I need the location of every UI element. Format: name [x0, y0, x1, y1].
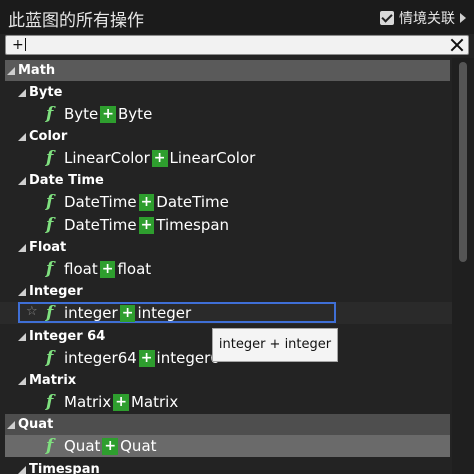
action-item-datetime-add-datetime[interactable]: f DateTime + DateTime	[0, 191, 452, 213]
category-label: Math	[18, 63, 56, 78]
action-label: integer + integer	[64, 304, 192, 322]
action-label: DateTime + Timespan	[64, 216, 230, 234]
function-icon: f	[46, 192, 54, 212]
action-item-integer-add[interactable]: ☆ f integer + integer	[0, 302, 452, 324]
checkbox-icon[interactable]	[380, 11, 394, 25]
function-icon: f	[46, 215, 54, 235]
category-matrix[interactable]: Matrix	[0, 370, 452, 391]
action-label: DateTime + DateTime	[64, 193, 229, 211]
category-label: Integer	[29, 284, 83, 299]
category-label: Integer 64	[29, 329, 106, 344]
category-color[interactable]: Color	[0, 126, 452, 147]
action-label: float + float	[64, 260, 152, 278]
search-input[interactable]: +	[12, 36, 26, 54]
chevron-right-icon[interactable]	[460, 13, 466, 23]
menu-header: 此蓝图的所有操作 情境关联	[0, 0, 474, 34]
tooltip: integer + integer	[212, 328, 338, 362]
category-byte[interactable]: Byte	[0, 82, 452, 103]
chevron-down-icon[interactable]	[18, 333, 26, 341]
star-icon[interactable]: ☆	[26, 304, 38, 319]
category-timespan[interactable]: Timespan	[0, 459, 452, 474]
action-item-linearcolor-add[interactable]: f LinearColor + LinearColor	[0, 147, 452, 169]
category-label: Matrix	[29, 373, 77, 388]
action-label: Byte + Byte	[64, 105, 153, 123]
search-field[interactable]: +	[5, 35, 469, 55]
menu-title: 此蓝图的所有操作	[8, 11, 144, 31]
blueprint-action-menu: 此蓝图的所有操作 情境关联 + Math Byte f Byte+Byte	[0, 0, 474, 474]
function-icon: f	[46, 303, 54, 323]
chevron-down-icon[interactable]	[7, 67, 15, 75]
action-item-byte-add[interactable]: f Byte + Byte	[0, 103, 452, 125]
action-item-datetime-add-timespan[interactable]: f DateTime + Timespan	[0, 214, 452, 236]
action-label: Matrix + Matrix	[64, 393, 179, 411]
category-float[interactable]: Float	[0, 237, 452, 258]
action-item-float-add[interactable]: f float + float	[0, 258, 452, 280]
action-label: integer64 + integer6	[64, 349, 220, 367]
chevron-down-icon[interactable]	[18, 133, 26, 141]
chevron-down-icon[interactable]	[18, 377, 26, 385]
context-sensitive-toggle[interactable]: 情境关联	[380, 8, 466, 28]
category-label: Color	[29, 129, 68, 144]
function-icon: f	[46, 348, 54, 368]
close-icon[interactable]	[449, 37, 465, 53]
action-label: Quat + Quat	[64, 437, 157, 455]
category-quat[interactable]: Quat	[5, 414, 450, 435]
function-icon: f	[46, 392, 54, 412]
category-label: Date Time	[29, 173, 104, 188]
category-math[interactable]: Math	[5, 60, 450, 81]
category-label: Float	[29, 240, 67, 255]
category-integer[interactable]: Integer	[0, 281, 452, 302]
chevron-down-icon[interactable]	[18, 288, 26, 296]
function-icon: f	[46, 104, 54, 124]
function-icon: f	[46, 259, 54, 279]
chevron-down-icon[interactable]	[7, 421, 15, 429]
function-icon: f	[46, 148, 54, 168]
scrollbar-thumb[interactable]	[459, 62, 467, 262]
action-item-matrix-add[interactable]: f Matrix + Matrix	[0, 391, 452, 413]
chevron-down-icon[interactable]	[18, 466, 26, 474]
action-tree: Math Byte f Byte + Byte Color f LinearColo…	[0, 58, 452, 474]
category-label: Timespan	[29, 462, 100, 474]
action-item-quat-add[interactable]: f Quat + Quat	[5, 435, 450, 457]
text-caret	[24, 38, 26, 51]
category-label: Byte	[29, 85, 63, 100]
function-icon: f	[46, 436, 54, 456]
chevron-down-icon[interactable]	[18, 244, 26, 252]
category-date-time[interactable]: Date Time	[0, 170, 452, 191]
chevron-down-icon[interactable]	[18, 89, 26, 97]
action-label: LinearColor + LinearColor	[64, 149, 256, 167]
chevron-down-icon[interactable]	[18, 177, 26, 185]
category-label: Quat	[18, 417, 54, 432]
context-sensitive-label: 情境关联	[399, 11, 455, 27]
scrollbar[interactable]	[452, 58, 474, 474]
